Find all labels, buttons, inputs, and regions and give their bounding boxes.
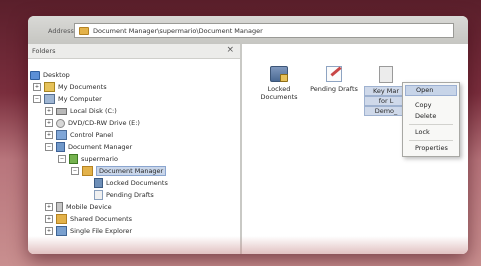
address-path: Document Manager\supermario\Document Man… xyxy=(93,26,263,35)
file-label-line1: Locked xyxy=(267,85,291,93)
user-icon xyxy=(69,154,78,164)
expand-icon[interactable]: + xyxy=(33,83,41,91)
single-file-icon xyxy=(56,226,67,236)
collapse-icon[interactable]: − xyxy=(58,155,66,163)
tree-item-desktop[interactable]: Desktop xyxy=(30,70,70,80)
file-item-pending-drafts[interactable]: Pending Drafts xyxy=(306,66,362,93)
tree-item-dvd-drive[interactable]: + DVD/CD-RW Drive (E:) xyxy=(45,118,140,128)
document-manager-icon xyxy=(56,142,65,152)
file-item-locked-documents[interactable]: Locked Documents xyxy=(256,66,302,101)
context-menu-separator xyxy=(409,140,453,141)
context-menu-lock[interactable]: Lock xyxy=(403,127,459,138)
folder-icon xyxy=(56,214,67,224)
folder-icon xyxy=(82,166,93,176)
expand-icon[interactable]: + xyxy=(45,227,53,235)
tree-item-supermario[interactable]: − supermario xyxy=(58,154,118,164)
folder-icon xyxy=(44,82,55,92)
cd-drive-icon xyxy=(56,118,65,128)
expand-icon[interactable]: + xyxy=(45,131,53,139)
tree-item-label: Pending Drafts xyxy=(106,191,154,199)
tree-item-label: Control Panel xyxy=(70,131,114,139)
expand-icon[interactable]: + xyxy=(45,119,53,127)
tree-item-label: Document Manager xyxy=(68,143,133,151)
tree-item-label: Mobile Device xyxy=(66,203,112,211)
tree-item-label: My Computer xyxy=(58,95,102,103)
context-menu-copy[interactable]: Copy xyxy=(403,100,459,111)
tree-item-my-documents[interactable]: + My Documents xyxy=(33,82,107,92)
disk-icon xyxy=(56,107,67,115)
tree-item-document-manager-folder[interactable]: − Document Manager xyxy=(71,166,167,176)
collapse-icon[interactable]: − xyxy=(33,95,41,103)
folders-pane-title: Folders xyxy=(32,47,56,55)
folders-pane-header: Folders × xyxy=(28,44,240,59)
tree-item-label: supermario xyxy=(81,155,118,163)
context-menu: Open Copy Delete Lock Properties xyxy=(402,82,460,157)
tree-item-label-selected: Document Manager xyxy=(96,166,167,176)
tree-item-single-file-explorer[interactable]: + Single File Explorer xyxy=(45,226,132,236)
document-icon xyxy=(379,66,393,83)
expand-icon[interactable]: + xyxy=(45,203,53,211)
tree-item-shared-documents[interactable]: + Shared Documents xyxy=(45,214,132,224)
tree-item-label: My Documents xyxy=(58,83,107,91)
tree-item-locked-documents[interactable]: Locked Documents xyxy=(94,178,168,188)
close-icon[interactable]: × xyxy=(226,45,234,55)
control-panel-icon xyxy=(56,130,67,140)
folder-icon xyxy=(79,26,89,35)
collapse-icon[interactable]: − xyxy=(45,143,53,151)
file-label-line2: Documents xyxy=(260,93,298,101)
context-menu-delete[interactable]: Delete xyxy=(403,111,459,122)
context-menu-open[interactable]: Open xyxy=(405,85,457,96)
tree-item-label: Local Disk (C:) xyxy=(70,107,117,115)
address-bar: Address Document Manager\supermario\Docu… xyxy=(28,16,468,45)
tree-item-control-panel[interactable]: + Control Panel xyxy=(45,130,113,140)
address-input[interactable]: Document Manager\supermario\Document Man… xyxy=(74,23,454,38)
tree-item-label: DVD/CD-RW Drive (E:) xyxy=(68,119,140,127)
expand-icon[interactable]: + xyxy=(45,215,53,223)
locked-documents-icon xyxy=(94,178,103,188)
computer-icon xyxy=(44,94,55,104)
pending-drafts-icon xyxy=(94,190,103,200)
tree-item-label: Locked Documents xyxy=(106,179,168,187)
mobile-device-icon xyxy=(56,202,63,212)
tree-item-label: Shared Documents xyxy=(70,215,133,223)
tree-item-pending-drafts[interactable]: Pending Drafts xyxy=(94,190,154,200)
desktop-icon xyxy=(30,70,40,80)
tree-item-label: Desktop xyxy=(43,71,70,79)
tree-item-mobile-device[interactable]: + Mobile Device xyxy=(45,202,112,212)
expand-icon[interactable]: + xyxy=(45,107,53,115)
collapse-icon[interactable]: − xyxy=(71,167,79,175)
tree-item-my-computer[interactable]: − My Computer xyxy=(33,94,102,104)
tree-item-local-disk[interactable]: + Local Disk (C:) xyxy=(45,106,117,116)
folders-pane: Folders × Desktop + My Documents − My Co… xyxy=(28,44,242,254)
locked-documents-icon xyxy=(270,66,288,82)
address-label: Address xyxy=(48,27,74,35)
file-label-line1: Pending Drafts xyxy=(310,85,358,93)
context-menu-separator xyxy=(409,124,453,125)
context-menu-properties[interactable]: Properties xyxy=(403,143,459,154)
tree-item-document-manager[interactable]: − Document Manager xyxy=(45,142,132,152)
tree-item-label: Single File Explorer xyxy=(70,227,133,235)
pending-drafts-icon xyxy=(326,66,342,82)
